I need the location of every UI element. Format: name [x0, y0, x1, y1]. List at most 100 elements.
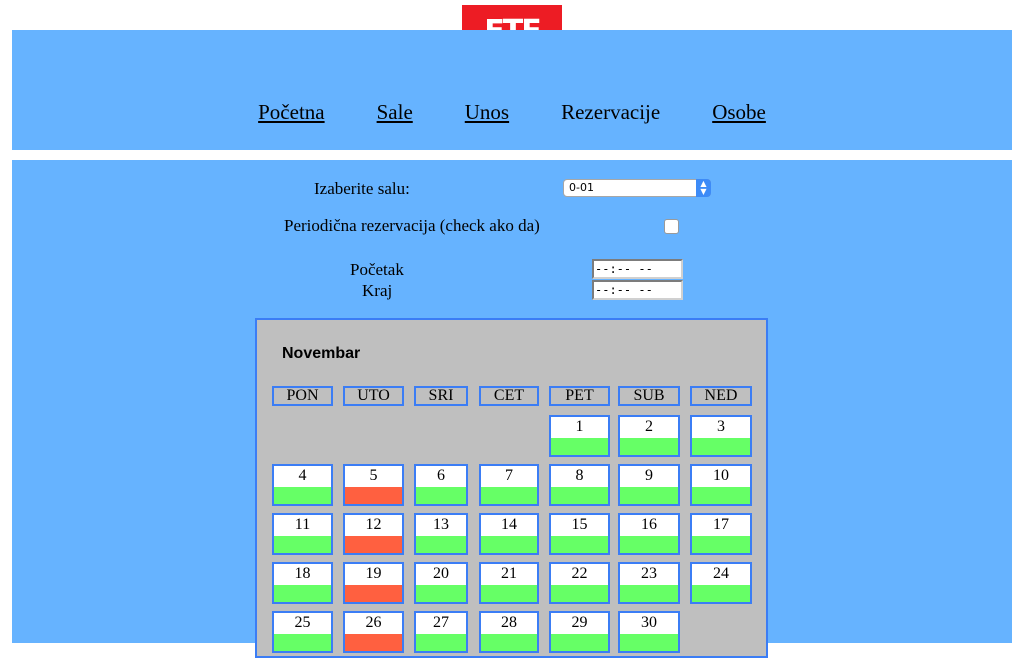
calendar-day[interactable]: 22 — [549, 562, 610, 604]
calendar-day[interactable]: 24 — [690, 562, 752, 604]
day-name-sri: SRI — [414, 386, 468, 406]
calendar-day[interactable]: 12 — [343, 513, 404, 555]
calendar-day[interactable]: 25 — [272, 611, 333, 653]
available-indicator — [551, 585, 608, 602]
periodic-checkbox[interactable] — [664, 219, 679, 234]
available-indicator — [416, 536, 466, 553]
available-indicator — [620, 438, 678, 455]
calendar-day[interactable]: 11 — [272, 513, 333, 555]
end-label: Kraj — [362, 281, 393, 300]
reservation-panel: Izaberite salu: 0-01 ▲ ▼ Periodična rezer… — [12, 160, 1012, 658]
calendar-day[interactable]: 14 — [479, 513, 539, 555]
day-name-pet: PET — [549, 386, 610, 406]
day-name-cet: CET — [479, 386, 539, 406]
room-label: Izaberite salu: — [314, 179, 410, 198]
day-number: 3 — [717, 418, 725, 435]
day-number: 28 — [501, 614, 517, 631]
day-number: 8 — [575, 467, 584, 484]
nav-link-unos[interactable]: Unos — [465, 100, 509, 125]
nav-link-osobe[interactable]: Osobe — [712, 100, 766, 125]
calendar-day[interactable]: 8 — [549, 464, 610, 506]
calendar-month: Novembar — [282, 345, 361, 362]
calendar-day[interactable]: 7 — [479, 464, 539, 506]
day-number: 7 — [505, 467, 513, 484]
available-indicator — [692, 438, 750, 455]
calendar-day[interactable]: 6 — [414, 464, 468, 506]
calendar-day[interactable]: 19 — [343, 562, 404, 604]
day-number: 24 — [713, 565, 729, 582]
day-number: 14 — [501, 516, 517, 533]
reserved-indicator — [345, 536, 402, 553]
day-name-uto: UTO — [343, 386, 404, 406]
day-number: 10 — [713, 467, 729, 484]
day-number: 27 — [433, 614, 449, 631]
header: Početna Sale Unos Rezervacije Osobe — [12, 30, 1012, 150]
available-indicator — [620, 487, 678, 504]
start-time-input[interactable]: --:-- -- — [592, 259, 683, 279]
room-select[interactable]: 0-01 ▲ ▼ — [563, 179, 711, 197]
calendar-day[interactable]: 9 — [618, 464, 680, 506]
day-number: 29 — [571, 614, 588, 631]
calendar-day[interactable]: 16 — [618, 513, 680, 555]
day-number: 23 — [641, 565, 657, 582]
day-number: 18 — [294, 565, 311, 582]
available-indicator — [274, 585, 331, 602]
available-indicator — [481, 487, 537, 504]
available-indicator — [274, 487, 331, 504]
calendar: Novembar PON UTO SRI CET PET SUB NED 1 2 3 4 5 6 7 8 9 1… — [255, 318, 768, 658]
available-indicator — [620, 536, 678, 553]
available-indicator — [551, 536, 608, 553]
day-number: 12 — [365, 516, 382, 533]
calendar-day[interactable]: 13 — [414, 513, 468, 555]
day-number: 11 — [294, 516, 311, 533]
calendar-day[interactable]: 26 — [343, 611, 404, 653]
periodic-label: Periodična rezervacija (check ako da) — [284, 216, 540, 235]
available-indicator — [692, 487, 750, 504]
available-indicator — [416, 585, 466, 602]
day-number: 26 — [365, 614, 382, 631]
day-number: 30 — [641, 614, 657, 631]
day-name-ned: NED — [690, 386, 752, 406]
day-number: 16 — [641, 516, 657, 533]
calendar-day[interactable]: 27 — [414, 611, 468, 653]
calendar-day[interactable]: 28 — [479, 611, 539, 653]
calendar-day[interactable]: 23 — [618, 562, 680, 604]
day-number: 13 — [433, 516, 449, 533]
day-number: 20 — [433, 565, 449, 582]
available-indicator — [274, 536, 331, 553]
calendar-day[interactable]: 21 — [479, 562, 539, 604]
calendar-day[interactable]: 4 — [272, 464, 333, 506]
day-number: 17 — [713, 516, 729, 533]
calendar-day[interactable]: 20 — [414, 562, 468, 604]
day-number: 4 — [298, 467, 307, 484]
day-number: 21 — [501, 565, 517, 582]
available-indicator — [416, 487, 466, 504]
calendar-day[interactable]: 2 — [618, 415, 680, 457]
end-time-input[interactable]: --:-- -- — [592, 280, 683, 300]
day-name-pon: PON — [272, 386, 333, 406]
calendar-day[interactable]: 5 — [343, 464, 404, 506]
available-indicator — [551, 487, 608, 504]
day-number: 22 — [571, 565, 588, 582]
nav-link-rezervacije[interactable]: Rezervacije — [561, 100, 660, 125]
nav-link-poetna[interactable]: Početna — [258, 100, 324, 125]
calendar-day[interactable]: 29 — [549, 611, 610, 653]
calendar-day[interactable]: 17 — [690, 513, 752, 555]
day-number: 1 — [575, 418, 584, 435]
calendar-day[interactable]: 18 — [272, 562, 333, 604]
reserved-indicator — [345, 487, 402, 504]
day-number: 6 — [437, 467, 445, 484]
calendar-day[interactable]: 15 — [549, 513, 610, 555]
day-number: 9 — [645, 467, 653, 484]
day-number: 2 — [645, 418, 653, 435]
start-label: Početak — [350, 260, 404, 279]
calendar-day[interactable]: 30 — [618, 611, 680, 653]
nav-link-sale[interactable]: Sale — [377, 100, 413, 125]
calendar-day[interactable]: 3 — [690, 415, 752, 457]
room-select-value: 0-01 — [569, 181, 594, 194]
select-chevron-icon: ▲ ▼ — [696, 179, 711, 197]
calendar-day[interactable]: 10 — [690, 464, 752, 506]
available-indicator — [620, 585, 678, 602]
calendar-day[interactable]: 1 — [549, 415, 610, 457]
reserved-indicator — [345, 585, 402, 602]
